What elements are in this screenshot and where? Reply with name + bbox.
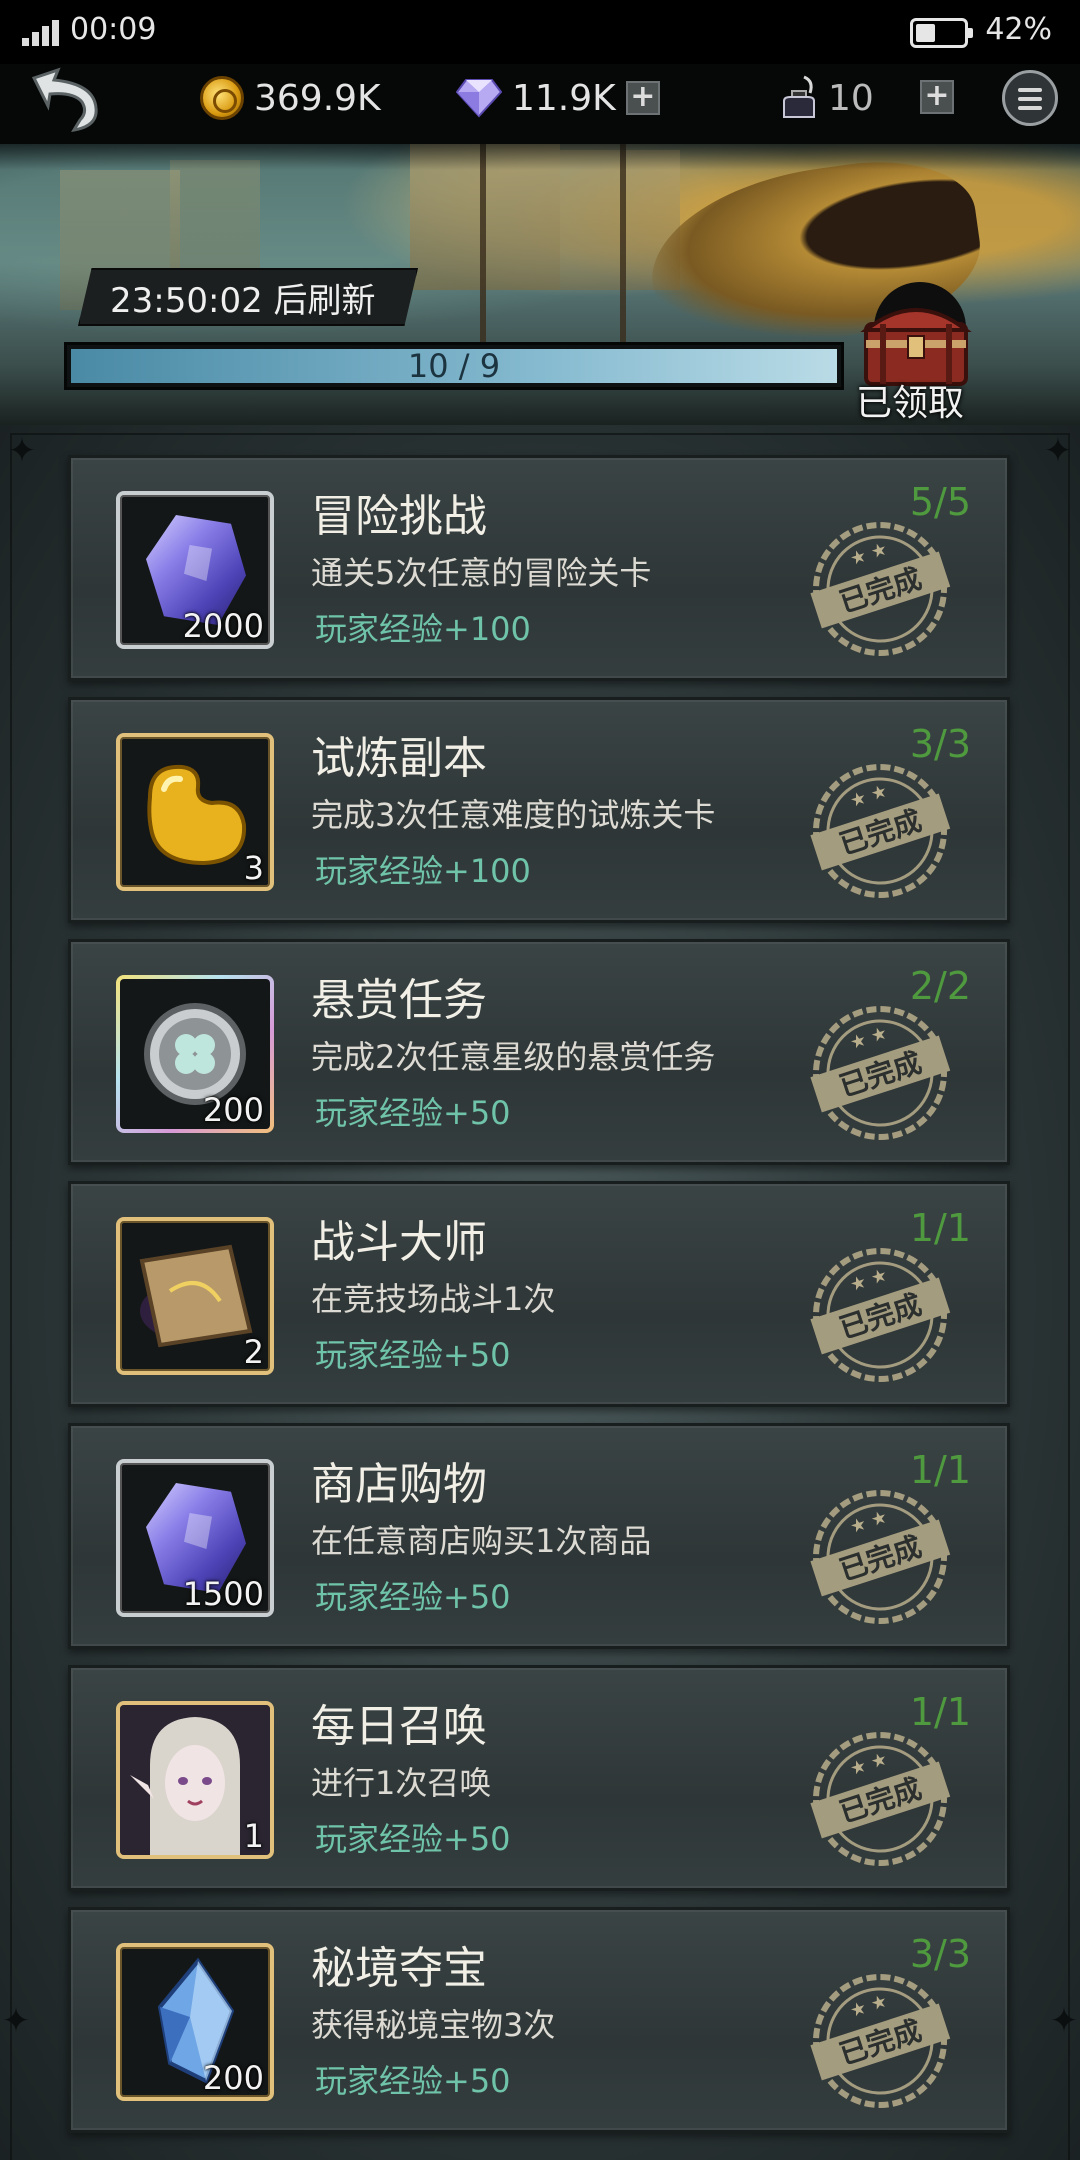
corner-ornament-icon: ✦ <box>1 2001 31 2041</box>
completed-stamp-icon: 已完成 ★ ★ <box>810 522 951 656</box>
app-root: 00:09 42% 23:50:02 后刷新 10 / 9 已领取 369.9K… <box>0 0 1080 2160</box>
quest-title: 商店购物 <box>311 1459 487 1510</box>
blue-crystal-icon[interactable]: 200 <box>116 1943 274 2101</box>
quest-description: 完成2次任意星级的悬赏任务 <box>311 1038 716 1076</box>
stamp-label: 已完成 <box>835 562 925 619</box>
refresh-timer: 23:50:02 后刷新 <box>78 268 418 326</box>
diamond-counter: 11.9K + <box>456 72 660 124</box>
ink-counter: 10 <box>780 72 874 124</box>
status-time: 00:09 <box>70 12 157 47</box>
gold-coin-icon <box>200 76 244 120</box>
quest-description: 完成3次任意难度的试炼关卡 <box>311 796 716 834</box>
quest-description: 通关5次任意的冒险关卡 <box>311 554 652 592</box>
quest-reward: 玩家经验+50 <box>315 1820 511 1858</box>
status-bar: 00:09 42% <box>0 0 1080 64</box>
battery-icon <box>910 18 973 48</box>
clover-coin-icon[interactable]: 200 <box>116 975 274 1133</box>
stamp-label: 已完成 <box>835 1288 925 1345</box>
quest-reward: 玩家经验+50 <box>315 1336 511 1374</box>
event-banner: 23:50:02 后刷新 10 / 9 已领取 <box>0 130 1080 425</box>
quest-description: 获得秘境宝物3次 <box>311 2006 556 2044</box>
completed-stamp-icon: 已完成 ★ ★ <box>810 1974 951 2108</box>
item-count: 2000 <box>182 607 264 645</box>
quest-title: 试炼副本 <box>311 733 487 784</box>
item-count: 200 <box>202 1091 264 1129</box>
gold-counter: 369.9K <box>200 72 381 124</box>
item-count: 1500 <box>182 1575 264 1613</box>
completed-stamp-icon: 已完成 ★ ★ <box>810 1006 951 1140</box>
quest-description: 在任意商店购买1次商品 <box>311 1522 652 1560</box>
chest-claimed-label: 已领取 <box>856 383 965 424</box>
stamp-label: 已完成 <box>835 2014 925 2071</box>
golden-bean-icon[interactable]: 3 <box>116 733 274 891</box>
top-bar: 369.9K 11.9K + 10 + <box>0 64 1080 144</box>
quest-title: 秘境夺宝 <box>311 1943 487 1994</box>
quest-reward: 玩家经验+100 <box>315 852 531 890</box>
ink-bottle-icon <box>783 75 815 118</box>
quest-reward: 玩家经验+50 <box>315 1094 511 1132</box>
quest-reward: 玩家经验+50 <box>315 1578 511 1616</box>
item-count: 2 <box>243 1333 264 1371</box>
quest-card[interactable]: 1500 商店购物 在任意商店购买1次商品 玩家经验+50 1/1 已完成 ★ … <box>68 1423 1010 1649</box>
corner-ornament-icon: ✦ <box>7 431 37 471</box>
quest-card[interactable]: 2000 冒险挑战 通关5次任意的冒险关卡 玩家经验+100 5/5 已完成 ★… <box>68 455 1010 681</box>
battery-percent: 42% <box>985 12 1052 47</box>
elf-portrait-icon[interactable]: 1 <box>116 1701 274 1859</box>
corner-ornament-icon: ✦ <box>1049 2001 1079 2041</box>
corner-ornament-icon: ✦ <box>1043 431 1073 471</box>
completed-stamp-icon: 已完成 ★ ★ <box>810 764 951 898</box>
quest-reward: 玩家经验+100 <box>315 610 531 648</box>
quest-reward: 玩家经验+50 <box>315 2062 511 2100</box>
stamp-label: 已完成 <box>835 804 925 861</box>
back-arrow-icon[interactable] <box>24 64 108 136</box>
daily-progress-bar: 10 / 9 <box>64 342 844 390</box>
diamond-value: 11.9K <box>512 77 616 119</box>
add-ink-button[interactable]: + <box>920 80 954 114</box>
completed-stamp-icon: 已完成 ★ ★ <box>810 1732 951 1866</box>
quest-card[interactable]: 200 秘境夺宝 获得秘境宝物3次 玩家经验+50 3/3 已完成 ★ ★ <box>68 1907 1010 2133</box>
quest-title: 每日召唤 <box>311 1701 487 1752</box>
diamond-icon <box>456 79 502 118</box>
progress-label: 10 / 9 <box>407 347 501 385</box>
ink-value: 10 <box>828 77 874 119</box>
stamp-label: 已完成 <box>835 1772 925 1829</box>
quest-description: 在竞技场战斗1次 <box>311 1280 556 1318</box>
completed-stamp-icon: 已完成 ★ ★ <box>810 1248 951 1382</box>
quest-title: 战斗大师 <box>311 1217 487 1268</box>
scroll-icon[interactable]: 2 <box>116 1217 274 1375</box>
stamp-label: 已完成 <box>835 1046 925 1103</box>
completed-stamp-icon: 已完成 ★ ★ <box>810 1490 951 1624</box>
stamp-label: 已完成 <box>835 1530 925 1587</box>
quest-card[interactable]: 1 每日召唤 进行1次召唤 玩家经验+50 1/1 已完成 ★ ★ <box>68 1665 1010 1891</box>
quest-title: 冒险挑战 <box>311 491 487 542</box>
purple-gem-icon[interactable]: 1500 <box>116 1459 274 1617</box>
quest-description: 进行1次召唤 <box>311 1764 492 1802</box>
item-count: 200 <box>202 2059 264 2097</box>
quest-card[interactable]: 2 战斗大师 在竞技场战斗1次 玩家经验+50 1/1 已完成 ★ ★ <box>68 1181 1010 1407</box>
item-count: 1 <box>243 1817 264 1855</box>
add-diamonds-button[interactable]: + <box>625 81 660 115</box>
signal-icon <box>22 20 62 46</box>
quest-card[interactable]: 200 悬赏任务 完成2次任意星级的悬赏任务 玩家经验+50 2/2 已完成 ★… <box>68 939 1010 1165</box>
gold-value: 369.9K <box>254 77 381 119</box>
quest-title: 悬赏任务 <box>311 975 487 1026</box>
item-count: 3 <box>243 849 264 887</box>
purple-gem-icon[interactable]: 2000 <box>116 491 274 649</box>
menu-button[interactable] <box>1002 70 1058 126</box>
quest-card[interactable]: 3 试炼副本 完成3次任意难度的试炼关卡 玩家经验+100 3/3 已完成 ★ … <box>68 697 1010 923</box>
